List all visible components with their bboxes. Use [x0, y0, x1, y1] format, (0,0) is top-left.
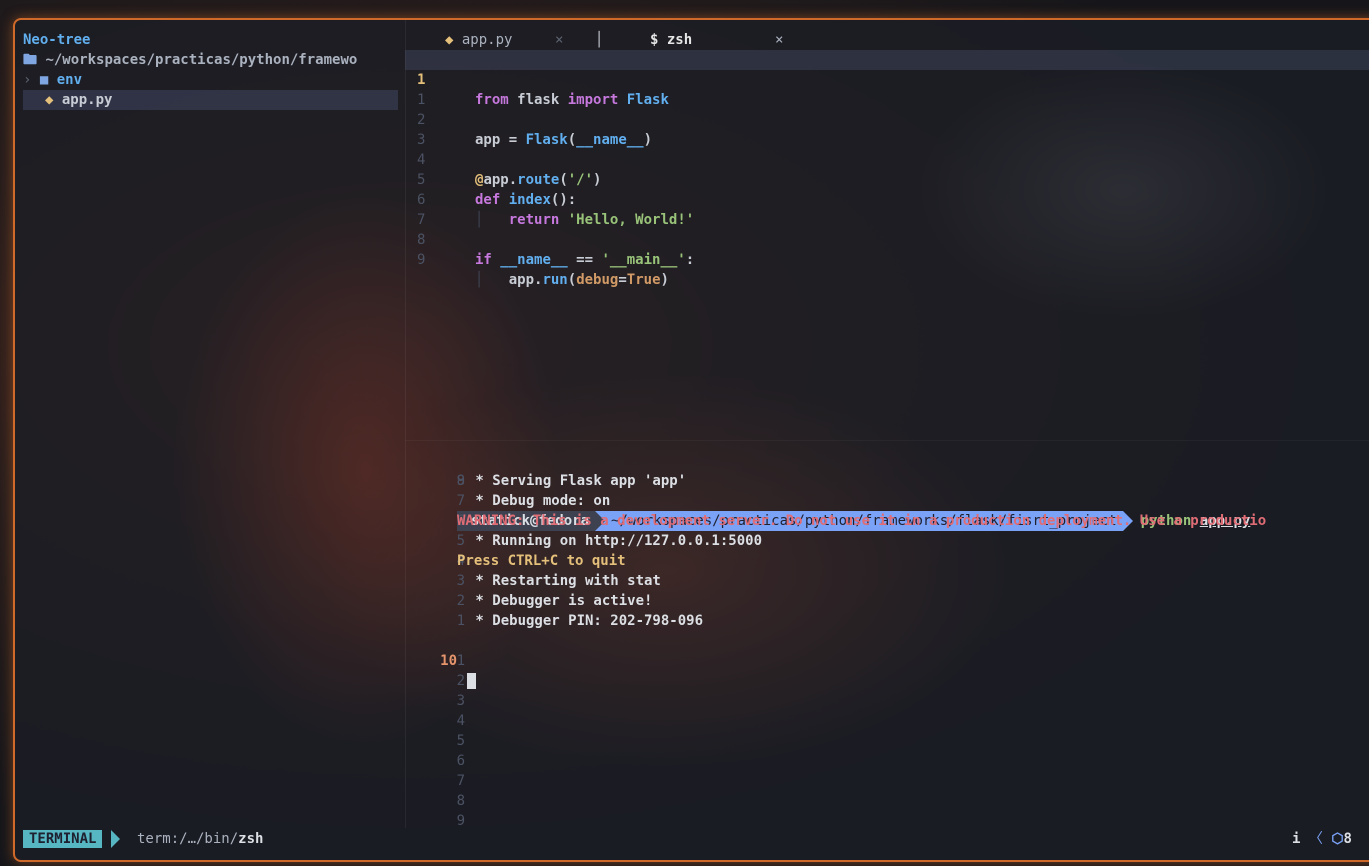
- status-bar: TERMINAL term:/…/bin/zsh i 〈 ⬡8: [15, 828, 1369, 850]
- line-number: 7: [456, 493, 465, 509]
- code-line[interactable]: 7: [405, 190, 1369, 228]
- code-line[interactable]: 1: [405, 70, 1369, 108]
- terminal-empty-line: 4: [405, 711, 1369, 731]
- terminal-output-line: 2 * Debugger is active!: [405, 591, 1369, 611]
- terminal-output-line: 7 * Debug mode: on: [405, 491, 1369, 511]
- folder-open-icon: 🖿: [23, 52, 37, 68]
- terminal-output-text: * Running on http://127.0.0.1:5000: [467, 533, 763, 549]
- close-icon[interactable]: ×: [775, 30, 783, 50]
- line-number: 5: [456, 733, 465, 749]
- line-number: 8: [456, 473, 465, 489]
- tab-bar: ◆ app.py × │ $ zsh ×: [405, 30, 1369, 50]
- terminal-empty-line: 5: [405, 731, 1369, 751]
- mode-separator-icon: [111, 830, 120, 848]
- terminal-empty-line: 7: [405, 771, 1369, 791]
- code-text: if __name__ == '__main__':: [475, 252, 695, 268]
- line-number: 2: [456, 673, 465, 689]
- code-line[interactable]: 4 @app.route('/'): [405, 130, 1369, 188]
- explorer-root-path: ~/workspaces/practicas/python/framewo: [45, 52, 358, 68]
- code-line[interactable]: 5 def index():: [405, 150, 1369, 208]
- file-explorer: Neo-tree 🖿 ~/workspaces/practicas/python…: [15, 20, 406, 828]
- status-right: i 〈 ⬡8: [1292, 828, 1352, 850]
- editor-window: Neo-tree 🖿 ~/workspaces/practicas/python…: [13, 18, 1369, 862]
- tree-item-env[interactable]: › ■ env: [23, 70, 82, 90]
- tree-item-app-py[interactable]: ◆ app.py: [23, 90, 398, 110]
- terminal-empty-line: 6: [405, 751, 1369, 771]
- line-number: 1: [456, 613, 465, 629]
- line-number: 3: [456, 573, 465, 589]
- python-icon: ◆: [445, 32, 454, 48]
- tab-separator: │: [595, 32, 604, 48]
- terminal-output-line: 5 * Running on http://127.0.0.1:5000: [405, 531, 1369, 551]
- status-insert-mode: i: [1292, 831, 1301, 847]
- terminal-output-text: * Debugger PIN: 202-798-096: [467, 613, 704, 629]
- folder-icon: ■: [39, 72, 49, 88]
- line-number: 5: [456, 533, 465, 549]
- terminal-output-text: * Debug mode: on: [467, 493, 611, 509]
- line-number: 6: [456, 753, 465, 769]
- terminal-output-line: 6 WARNING: This is a development server. …: [405, 511, 1369, 531]
- terminal-pane[interactable]: 9 statick@fedora ~/workspaces/practicas/…: [405, 440, 1369, 829]
- terminal-output-text: Press CTRL+C to quit: [457, 553, 626, 569]
- terminal-output-line: 1 * Debugger PIN: 202-798-096: [405, 611, 1369, 631]
- terminal-empty-line: 3: [405, 691, 1369, 711]
- explorer-root[interactable]: 🖿 ~/workspaces/practicas/python/framewo: [23, 50, 398, 70]
- code-line[interactable]: 2 app = Flask(__name__): [405, 90, 1369, 148]
- terminal-output-text: * Debugger is active!: [467, 593, 653, 609]
- code-line[interactable]: 6 │ return 'Hello, World!': [405, 170, 1369, 228]
- line-number: 4: [456, 713, 465, 729]
- terminal-output-text: * Serving Flask app 'app': [467, 473, 687, 489]
- terminal-output-text: WARNING: This is a development server. D…: [457, 513, 1267, 529]
- tab-app-py[interactable]: ◆ app.py: [445, 30, 512, 50]
- status-count: 8: [1343, 831, 1352, 847]
- terminal-empty-line: 2: [405, 671, 1369, 691]
- explorer-title: Neo-tree: [23, 32, 91, 48]
- code-line[interactable]: 9 │ app.run(debug=True): [405, 230, 1369, 288]
- terminal-empty-line: 8: [405, 791, 1369, 811]
- line-number: 1: [456, 653, 465, 669]
- tree-item-label: app.py: [61, 92, 113, 108]
- code-line[interactable]: 3: [405, 110, 1369, 148]
- code-editor[interactable]: 1 from flask import Flask 1 2 app = Flas…: [405, 50, 1369, 440]
- terminal-output-line: 4 Press CTRL+C to quit: [405, 551, 1369, 571]
- line-number: 9: [417, 252, 426, 268]
- code-text: │ app.run(debug=True): [475, 272, 669, 288]
- line-number: 2: [456, 593, 465, 609]
- code-line[interactable]: 1 from flask import Flask: [405, 50, 1369, 108]
- chevron-right-icon[interactable]: ›: [23, 72, 31, 88]
- code-line[interactable]: 8 if __name__ == '__main__':: [405, 210, 1369, 268]
- tree-item-label: env: [56, 72, 83, 88]
- line-number: 7: [456, 773, 465, 789]
- line-number: 3: [456, 693, 465, 709]
- cube-icon: ⬡: [1331, 831, 1344, 847]
- terminal-prompt-line: 9 statick@fedora ~/workspaces/practicas/…: [405, 451, 1369, 531]
- terminal-output-text: * Restarting with stat: [467, 573, 661, 589]
- tab-zsh[interactable]: $ zsh: [650, 30, 692, 50]
- status-filename: term:/…/bin/zsh: [137, 831, 264, 847]
- terminal-current-line[interactable]: 10: [405, 631, 1369, 689]
- terminal-output-line: 8 * Serving Flask app 'app': [405, 471, 1369, 491]
- mode-indicator: TERMINAL: [23, 830, 103, 848]
- line-number: 8: [456, 793, 465, 809]
- tab-label: app.py: [461, 32, 513, 48]
- python-icon: ◆: [45, 92, 54, 108]
- close-icon[interactable]: ×: [555, 30, 563, 50]
- terminal-output-line: 3 * Restarting with stat: [405, 571, 1369, 591]
- status-separator: 〈: [1308, 831, 1323, 847]
- terminal-empty-line: 1: [405, 651, 1369, 671]
